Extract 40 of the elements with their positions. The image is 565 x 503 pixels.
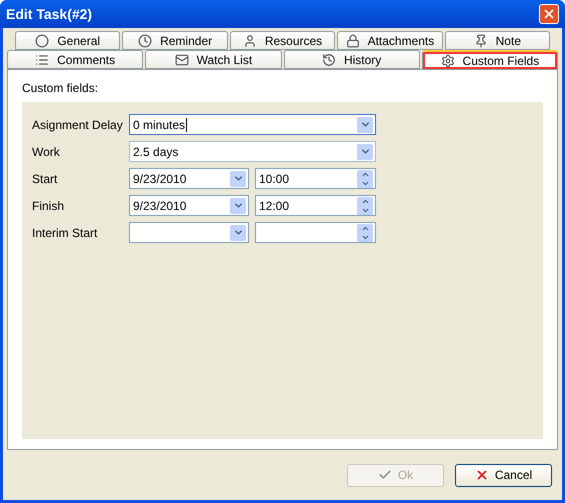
tab[interactable]: General [15, 31, 120, 50]
field-label: Finish [32, 198, 66, 214]
date-picker[interactable]: 9/23/2010 [129, 168, 249, 189]
x-icon [474, 468, 489, 482]
person-icon [242, 34, 257, 48]
pushpin-icon [474, 34, 488, 48]
field-label: Asignment Delay [32, 116, 124, 134]
time-spinner[interactable] [255, 222, 376, 243]
close-icon [542, 7, 556, 21]
alarm-clock-icon [138, 34, 152, 48]
gear-icon [440, 54, 455, 68]
date-picker[interactable]: 9/23/2010 [129, 195, 249, 216]
tab[interactable]: Resources [230, 31, 336, 50]
window-title: Edit Task(#2) [6, 4, 94, 24]
tab[interactable]: History [284, 50, 420, 69]
envelope-icon [174, 52, 189, 66]
close-button[interactable] [539, 4, 559, 24]
padlock-icon [346, 34, 360, 48]
spinner-arrows-icon [357, 224, 373, 242]
spinner-arrows-icon [357, 170, 373, 188]
tab[interactable]: Attachments [337, 31, 443, 50]
cancel-button[interactable]: Cancel [455, 464, 552, 486]
tab[interactable]: Custom Fields [422, 50, 558, 69]
date-picker[interactable] [129, 222, 249, 243]
section-label: Custom fields: [22, 80, 100, 97]
field-label: Work [32, 144, 61, 160]
tab[interactable]: Comments [7, 50, 144, 69]
time-spinner[interactable]: 10:00 [255, 168, 376, 189]
checkmark-icon [378, 468, 392, 482]
combo-box[interactable]: 2.5 days [129, 141, 376, 162]
tab[interactable]: Note [444, 31, 550, 50]
combo-box[interactable]: 0 minutes [129, 114, 376, 135]
spinner-arrows-icon [357, 196, 373, 214]
field-label: Interim Start [32, 224, 98, 242]
list-icon [35, 52, 50, 66]
field-label: Start [32, 170, 58, 188]
clock-icon [322, 52, 336, 66]
time-spinner[interactable]: 12:00 [255, 195, 376, 216]
tab[interactable]: Watch List [145, 50, 282, 69]
tab[interactable]: Reminder [122, 31, 228, 50]
